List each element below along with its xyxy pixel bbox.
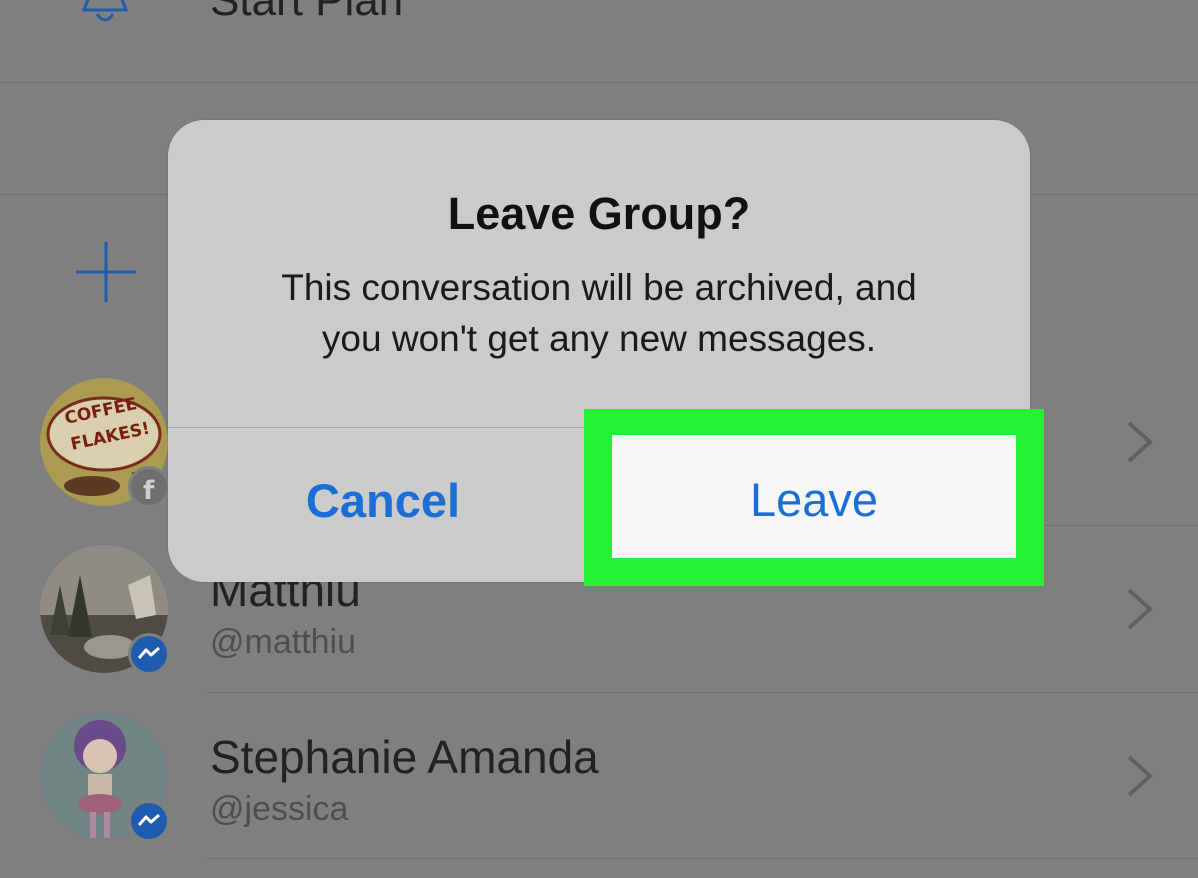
cancel-button-label: Cancel [305, 473, 461, 527]
dialog-message-line: you won't get any new messages. [321, 318, 877, 359]
messenger-group-settings-screen: Start Plan COFFEE FLAKES! f Matthiu @mat… [0, 0, 1198, 865]
contact-name: Stephanie Amanda [210, 731, 599, 783]
row-divider [207, 692, 1198, 693]
chevron-right-icon [1127, 755, 1153, 797]
dialog-title: Leave Group? [447, 188, 751, 239]
contact-row[interactable]: Stephanie Amanda @jessica [0, 712, 1198, 878]
messenger-badge-icon [128, 800, 170, 842]
row-divider [207, 858, 1198, 859]
chevron-right-icon [1127, 421, 1153, 463]
cancel-button[interactable]: Cancel [168, 428, 598, 582]
contact-handle: @matthiu [210, 623, 357, 661]
bell-icon [81, 0, 129, 22]
contact-handle: @jessica [210, 790, 349, 828]
svg-text:f: f [143, 476, 155, 505]
leave-button-label: Leave [749, 473, 879, 526]
leave-button[interactable]: Leave [612, 435, 1016, 558]
dialog-message: This conversation will be archived, and … [0, 262, 1198, 364]
messenger-badge-icon [128, 633, 170, 675]
start-plan-row[interactable]: Start Plan [0, 0, 1198, 83]
dialog-message-line: This conversation will be archived, and [281, 267, 917, 308]
start-plan-label: Start Plan [210, 0, 404, 25]
facebook-badge-icon: f [128, 466, 170, 508]
chevron-right-icon [1127, 588, 1153, 630]
